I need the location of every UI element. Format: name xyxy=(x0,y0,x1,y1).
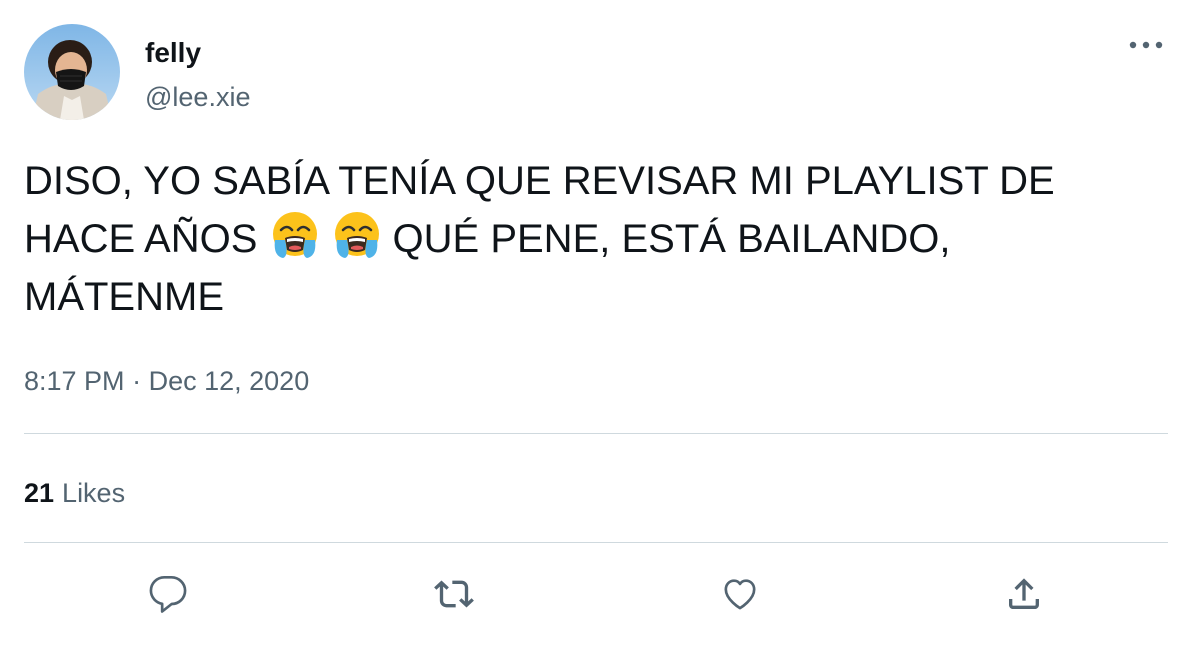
tweet-line-2: HACE AÑOS QUÉ PENE, ESTÁ BAILANDO, xyxy=(24,210,1164,268)
more-dots-icon xyxy=(1129,41,1163,49)
user-handle[interactable]: @lee.xie xyxy=(145,80,250,114)
divider xyxy=(24,542,1168,543)
divider xyxy=(24,433,1168,434)
tweet-line-2-start: HACE AÑOS xyxy=(24,217,258,261)
tweet-text: DISO, YO SABÍA TENÍA QUE REVISAR MI PLAY… xyxy=(24,152,1164,326)
speech-bubble-icon xyxy=(149,576,187,613)
likes-count: 21 xyxy=(24,478,55,508)
share-button[interactable] xyxy=(1002,572,1046,616)
display-name[interactable]: felly xyxy=(145,36,201,70)
heart-icon xyxy=(724,579,756,610)
reply-button[interactable] xyxy=(146,572,190,616)
profile-photo xyxy=(24,24,120,120)
share-upload-icon xyxy=(1009,578,1039,609)
retweet-arrows-icon xyxy=(434,580,474,608)
loudly-crying-face-icon xyxy=(331,210,387,262)
likes-stat[interactable]: 21 Likes xyxy=(24,476,125,510)
tweet-line-3: MÁTENME xyxy=(24,275,224,319)
avatar[interactable] xyxy=(24,24,120,120)
timestamp-separator: · xyxy=(132,366,142,396)
retweet-button[interactable] xyxy=(432,572,476,616)
tweet-timestamp[interactable]: 8:17 PM · Dec 12, 2020 xyxy=(24,364,309,398)
loudly-crying-face-icon xyxy=(269,210,325,262)
tweet-date: Dec 12, 2020 xyxy=(148,366,310,396)
like-button[interactable] xyxy=(718,572,762,616)
tweet-line-2-end: QUÉ PENE, ESTÁ BAILANDO, xyxy=(392,217,951,261)
tweet-time: 8:17 PM xyxy=(24,366,125,396)
tweet-line-1: DISO, YO SABÍA TENÍA QUE REVISAR MI PLAY… xyxy=(24,159,1055,203)
more-options-button[interactable] xyxy=(1124,28,1168,62)
likes-label: Likes xyxy=(62,478,126,508)
